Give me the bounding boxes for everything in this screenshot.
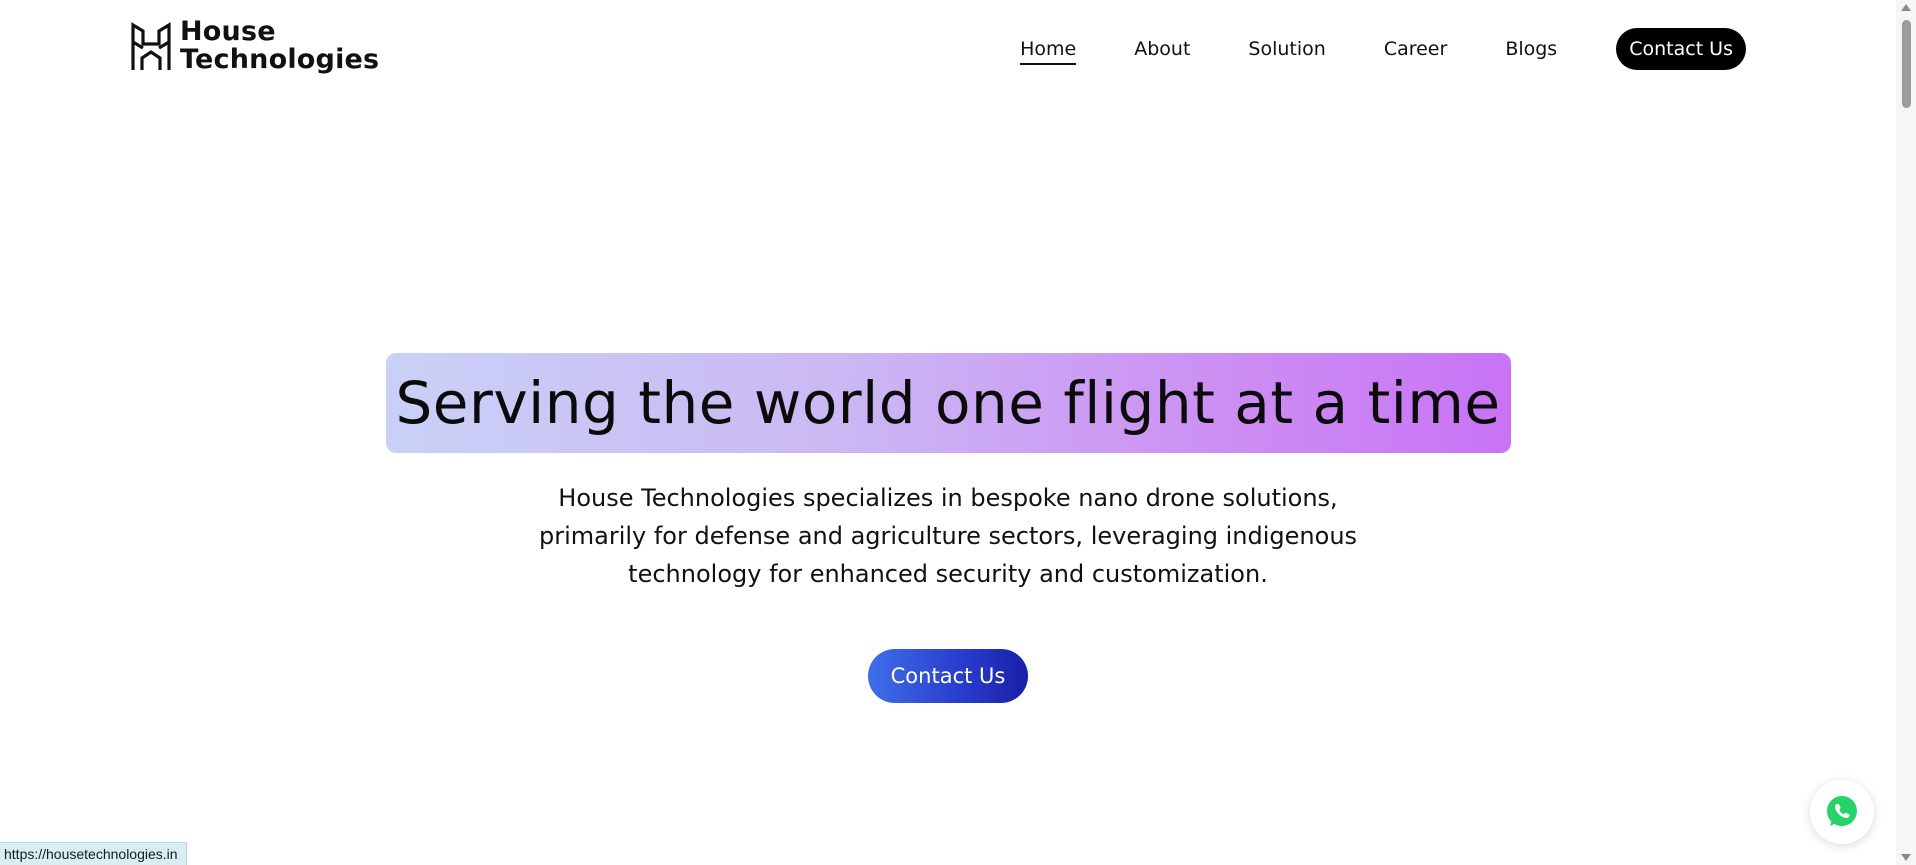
nav-about[interactable]: About bbox=[1134, 28, 1190, 70]
logo-text-line2: Technologies bbox=[180, 44, 380, 75]
nav-home[interactable]: Home bbox=[1020, 28, 1077, 70]
nav-contact-us-button[interactable]: Contact Us bbox=[1616, 28, 1746, 70]
site-header: House Technologies Home About Solution C… bbox=[0, 0, 1896, 100]
hero-section: Serving the world one flight at a time H… bbox=[0, 353, 1896, 703]
scroll-down-arrow-icon[interactable] bbox=[1901, 854, 1911, 861]
hero-contact-us-button[interactable]: Contact Us bbox=[868, 649, 1028, 703]
whatsapp-icon bbox=[1827, 796, 1857, 826]
logo[interactable]: House Technologies bbox=[130, 18, 379, 74]
main-nav: Home About Solution Career Blogs Contact… bbox=[991, 28, 1746, 70]
logo-mark-icon bbox=[131, 22, 171, 70]
status-bar-url: https://housetechnologies.in bbox=[0, 842, 187, 865]
hero-description: House Technologies specializes in bespok… bbox=[538, 484, 1358, 588]
scroll-thumb[interactable] bbox=[1902, 20, 1911, 108]
hero-title-highlight: Serving the world one flight at a time bbox=[385, 353, 1511, 453]
hero-title: Serving the world one flight at a time bbox=[395, 369, 1501, 437]
nav-career[interactable]: Career bbox=[1384, 28, 1448, 70]
page: House Technologies Home About Solution C… bbox=[0, 0, 1916, 865]
logo-text-line1: House bbox=[180, 16, 276, 47]
nav-blogs[interactable]: Blogs bbox=[1505, 28, 1557, 70]
whatsapp-button[interactable] bbox=[1810, 780, 1874, 844]
scroll-up-arrow-icon[interactable] bbox=[1901, 4, 1911, 11]
nav-solution[interactable]: Solution bbox=[1248, 28, 1325, 70]
logo-text: House Technologies bbox=[180, 18, 379, 74]
vertical-scrollbar[interactable] bbox=[1896, 0, 1916, 865]
